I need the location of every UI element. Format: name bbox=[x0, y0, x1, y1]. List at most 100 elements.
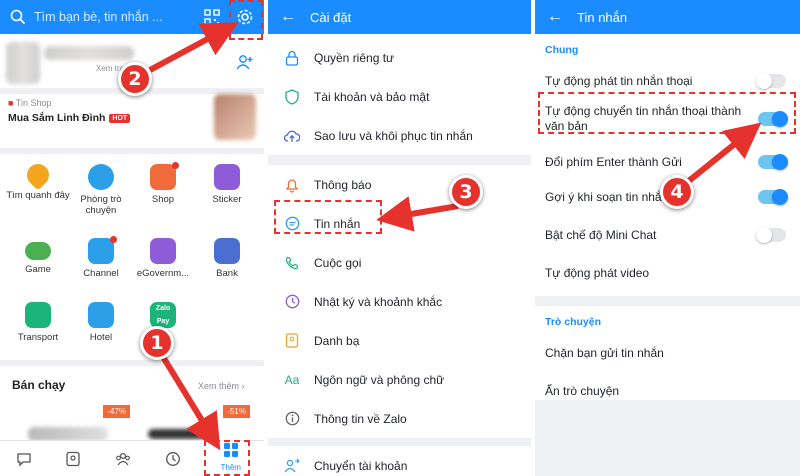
tinshop-label: Tin Shop bbox=[15, 98, 52, 108]
game-icon bbox=[25, 242, 51, 260]
back-arrow-icon[interactable]: ← bbox=[280, 8, 296, 26]
hotel-icon bbox=[88, 302, 114, 328]
contacts-icon bbox=[284, 333, 300, 349]
search-icon[interactable] bbox=[10, 9, 26, 25]
step-badge-1: 1 bbox=[140, 326, 174, 360]
empty-area bbox=[535, 400, 800, 476]
settings-item-label: Quyền riêng tư bbox=[314, 50, 395, 65]
group-divider bbox=[268, 155, 531, 165]
switch-account-icon bbox=[284, 458, 300, 474]
qr-code-icon[interactable] bbox=[204, 9, 220, 25]
toggle-knob bbox=[772, 154, 788, 170]
discount-badge: -51% bbox=[223, 405, 250, 418]
toggle-switch[interactable] bbox=[758, 154, 788, 170]
app-label: Phòng trò chuyện bbox=[80, 194, 122, 216]
channel-icon bbox=[88, 236, 117, 264]
message-settings-panel: ← Tin nhắn Chung Tự động phát tin nhắn t… bbox=[535, 0, 800, 476]
settings-topbar: ← Cài đặt bbox=[268, 0, 531, 34]
settings-item-label: Thông tin về Zalo bbox=[314, 411, 407, 426]
see-more-link[interactable]: Xem thêm › bbox=[198, 381, 245, 391]
settings-panel: ← Cài đặt Quyền riêng tư Tài khoản và bả… bbox=[268, 0, 531, 476]
setting-label: Tự động phát tin nhắn thoại bbox=[545, 74, 693, 88]
shield-icon bbox=[284, 88, 300, 105]
settings-item-label: Cuộc gọi bbox=[314, 255, 362, 270]
back-arrow-icon[interactable]: ← bbox=[547, 8, 563, 26]
app-chat-rooms[interactable]: Phòng trò chuyện bbox=[68, 164, 134, 216]
settings-item-language[interactable]: Aa Ngôn ngữ và phông chữ bbox=[268, 360, 531, 399]
shop-bag-icon: ■ bbox=[8, 98, 14, 108]
toggle-switch[interactable] bbox=[756, 73, 786, 89]
toggle-switch[interactable] bbox=[756, 227, 786, 243]
contacts-icon[interactable] bbox=[65, 451, 81, 467]
add-friend-icon[interactable] bbox=[236, 54, 254, 70]
app-egovernment[interactable]: eGovernm... bbox=[130, 238, 196, 279]
settings-item-switch-account[interactable]: Chuyển tài khoản bbox=[268, 446, 531, 476]
hot-badge: HOT bbox=[109, 113, 131, 123]
section-general-title: Chung bbox=[545, 44, 579, 56]
groups-icon[interactable] bbox=[113, 451, 133, 467]
setting-enter-to-send[interactable]: Đổi phím Enter thành Gửi bbox=[535, 146, 800, 178]
product-card[interactable]: -51% bbox=[140, 405, 250, 441]
chat-icon[interactable] bbox=[16, 451, 32, 467]
app-nearby[interactable]: Tìm quanh đây bbox=[5, 159, 71, 201]
settings-item-contacts[interactable]: Danh bạ bbox=[268, 321, 531, 360]
app-channel[interactable]: Channel bbox=[68, 236, 134, 279]
tinshop-banner[interactable]: ■ Tin Shop Mua Sắm Linh Đình HOT bbox=[8, 98, 208, 140]
setting-mini-chat[interactable]: Bật chế độ Mini Chat bbox=[535, 216, 800, 254]
highlight-messages bbox=[274, 200, 382, 234]
app-hotel[interactable]: Hotel bbox=[68, 302, 134, 343]
app-label: Transport bbox=[17, 332, 59, 343]
section-divider bbox=[0, 360, 264, 366]
settings-item-label: Sao lưu và khôi phục tin nhắn bbox=[314, 128, 473, 143]
step-badge-3: 3 bbox=[449, 175, 483, 209]
setting-block-messages[interactable]: Chặn bạn gửi tin nhắn bbox=[535, 334, 800, 372]
settings-item-backup[interactable]: Sao lưu và khôi phục tin nhắn bbox=[268, 116, 531, 155]
setting-label: Tự động phát video bbox=[545, 266, 650, 280]
search-input[interactable]: Tìm bạn bè, tin nhắn ... bbox=[34, 10, 196, 24]
settings-item-label: Ngôn ngữ và phông chữ bbox=[314, 372, 445, 387]
location-icon bbox=[22, 159, 54, 191]
app-label: Bank bbox=[216, 268, 238, 279]
tinshop-title: Mua Sắm Linh Đình bbox=[8, 112, 106, 124]
setting-label: Bật chế độ Mini Chat bbox=[545, 228, 657, 242]
government-icon bbox=[150, 238, 176, 264]
language-icon: Aa bbox=[284, 372, 300, 387]
clock-icon bbox=[284, 294, 300, 310]
settings-item-label: Tài khoản và bảo mật bbox=[314, 89, 430, 104]
cloud-backup-icon bbox=[284, 128, 300, 144]
settings-item-about[interactable]: Thông tin về Zalo bbox=[268, 399, 531, 438]
group-divider bbox=[535, 296, 800, 306]
settings-item-label: Nhật ký và khoảnh khắc bbox=[314, 294, 443, 309]
toggle-knob bbox=[756, 227, 772, 243]
messages-topbar: ← Tin nhắn bbox=[535, 0, 800, 34]
app-game[interactable]: Game bbox=[5, 238, 71, 275]
page-title: Cài đặt bbox=[310, 9, 352, 25]
product-card[interactable]: -47% bbox=[20, 405, 130, 441]
app-label: Tìm quanh đây bbox=[6, 190, 70, 201]
settings-item-account-security[interactable]: Tài khoản và bảo mật bbox=[268, 77, 531, 116]
settings-item-privacy[interactable]: Quyền riêng tư bbox=[268, 38, 531, 77]
timeline-clock-icon[interactable] bbox=[165, 451, 181, 467]
lock-icon bbox=[284, 50, 300, 66]
settings-item-timeline[interactable]: Nhật ký và khoảnh khắc bbox=[268, 282, 531, 321]
avatar bbox=[6, 42, 40, 84]
app-bank[interactable]: Bank bbox=[194, 238, 260, 279]
section-divider bbox=[0, 148, 264, 154]
app-shop[interactable]: Shop bbox=[130, 162, 196, 205]
bus-icon bbox=[25, 302, 51, 328]
best-sellers-title: Bán chạy bbox=[12, 378, 66, 392]
setting-label: Đổi phím Enter thành Gửi bbox=[545, 155, 682, 169]
app-sticker[interactable]: Sticker bbox=[194, 164, 260, 205]
home-topbar: Tìm bạn bè, tin nhắn ... bbox=[0, 0, 264, 34]
settings-item-notifications[interactable]: Thông báo bbox=[268, 165, 531, 204]
bell-icon bbox=[284, 177, 300, 193]
settings-item-calls[interactable]: Cuộc gọi bbox=[268, 243, 531, 282]
toggle-knob bbox=[772, 189, 788, 205]
app-transport[interactable]: Transport bbox=[5, 302, 71, 343]
settings-item-label: Thông báo bbox=[314, 177, 372, 192]
group-divider bbox=[268, 438, 531, 446]
setting-auto-play-video[interactable]: Tự động phát video bbox=[535, 254, 800, 292]
product-image bbox=[28, 427, 108, 441]
toggle-switch[interactable] bbox=[758, 189, 788, 205]
section-chat-title: Trò chuyện bbox=[545, 316, 602, 328]
